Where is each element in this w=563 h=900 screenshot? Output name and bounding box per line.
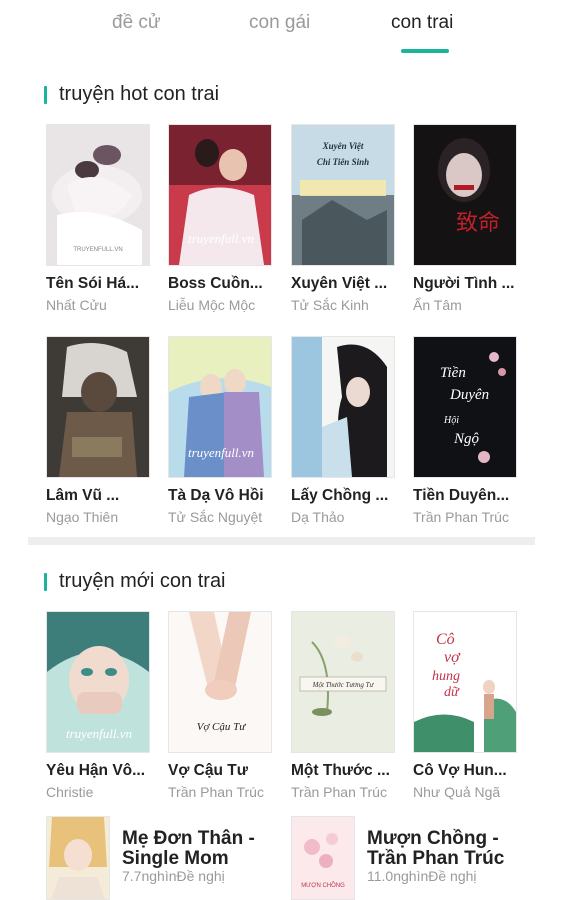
book-card[interactable]: Lâm Vũ ... Ngạo Thiên (46, 336, 150, 525)
svg-text:Ngộ: Ngộ (453, 431, 480, 447)
hot-section-header: truyện hot con trai (44, 83, 219, 106)
new-section-header: truyện mới con trai (44, 570, 226, 593)
book-card[interactable]: 致命 Người Tình ... Ẩn Tâm (413, 124, 517, 313)
book-cover: MƯỢN CHỒNG (291, 816, 355, 900)
book-meta: 7.7nghìnĐề nghị (122, 868, 225, 884)
book-author: Như Quả Ngã (413, 784, 501, 800)
svg-text:Cô: Cô (436, 631, 455, 648)
book-title: Tên Sói Há... (46, 275, 140, 292)
book-card[interactable]: Một Thước Tương Tư Một Thước ... Trần Ph… (291, 611, 395, 800)
book-title: Boss Cuồn... (168, 275, 263, 292)
section-divider (28, 537, 535, 545)
svg-text:truyenfull.vn: truyenfull.vn (188, 231, 254, 246)
category-tabs: đề cử con gái con trai (0, 0, 563, 58)
svg-text:Tiền: Tiền (440, 365, 466, 381)
book-card[interactable]: truyenfull.vn Boss Cuồn... Liễu Mộc Mộc (168, 124, 272, 313)
svg-text:truyenfull.vn: truyenfull.vn (188, 445, 254, 460)
book-cover (291, 336, 395, 478)
book-cover: Vợ Cậu Tư (168, 611, 272, 753)
book-cover: Xuyên Việt Chi Tiên Sinh (291, 124, 395, 266)
book-author: Nhất Cửu (46, 297, 107, 313)
book-cover: truyenfull.vn (168, 124, 272, 266)
book-card[interactable]: Xuyên Việt Chi Tiên Sinh Xuyên Việt ... … (291, 124, 395, 313)
book-title: Một Thước ... (291, 762, 390, 779)
book-cover: truyenfull.vn (46, 611, 150, 753)
book-cover: Cô vợ hung dữ (413, 611, 517, 753)
book-author: Christie (46, 784, 94, 800)
book-title: Xuyên Việt ... (291, 275, 388, 292)
book-cover: TRUYENFULL.VN (46, 124, 150, 266)
book-cover (46, 336, 150, 478)
book-author: Tử Sắc Kinh (291, 297, 369, 313)
book-author: Ngạo Thiên (46, 509, 119, 525)
book-title: Người Tình ... (413, 275, 515, 292)
book-title: Yêu Hận Vô... (46, 762, 146, 779)
book-cover: Một Thước Tương Tư (291, 611, 395, 753)
book-author: Trần Phan Trúc (168, 784, 264, 800)
book-author: Dạ Thảo (291, 509, 345, 525)
book-title: Tà Dạ Vô Hồi (168, 487, 264, 504)
book-cover (46, 816, 110, 900)
svg-text:Hội: Hội (443, 415, 459, 426)
book-card[interactable]: truyenfull.vn Yêu Hận Vô... Christie (46, 611, 150, 800)
book-title: Lấy Chồng ... (291, 487, 389, 504)
svg-text:vợ: vợ (444, 649, 461, 666)
book-author: Tử Sắc Nguyệt (168, 509, 263, 525)
book-card[interactable]: Cô vợ hung dữ Cô Vợ Hun... Như Quả Ngã (413, 611, 517, 800)
svg-text:hung: hung (432, 669, 460, 684)
book-card[interactable]: Lấy Chồng ... Dạ Thảo (291, 336, 395, 525)
book-title: Mẹ Đơn Thân - Single Mom (122, 828, 255, 869)
svg-text:TRUYENFULL.VN: TRUYENFULL.VN (73, 247, 122, 253)
book-card[interactable]: TRUYENFULL.VN Tên Sói Há... Nhất Cửu (46, 124, 150, 313)
book-author: Ẩn Tâm (413, 297, 462, 313)
svg-text:dữ: dữ (444, 685, 460, 700)
book-meta: 11.0nghìnĐề nghị (367, 868, 477, 884)
svg-text:Một Thước Tương Tư: Một Thước Tương Tư (312, 681, 375, 689)
svg-text:truyenfull.vn: truyenfull.vn (66, 726, 132, 741)
svg-text:MƯỢN CHỒNG: MƯỢN CHỒNG (301, 882, 345, 889)
svg-text:致命: 致命 (456, 211, 500, 236)
tab-con-trai[interactable]: con trai (391, 12, 453, 34)
book-author: Liễu Mộc Mộc (168, 297, 256, 313)
book-title: Tiền Duyên... (413, 487, 510, 504)
book-card[interactable]: Vợ Cậu Tư Vợ Cậu Tư Trần Phan Trúc (168, 611, 272, 800)
svg-text:Duyên: Duyên (449, 387, 489, 403)
book-author: Trần Phan Trúc (413, 509, 509, 525)
svg-text:Vợ Cậu Tư: Vợ Cậu Tư (197, 721, 247, 733)
book-cover: Tiền Duyên Hội Ngộ (413, 336, 517, 478)
tab-de-cu[interactable]: đề cử (112, 12, 161, 34)
section-accent-bar (44, 85, 47, 104)
book-cover: truyenfull.vn (168, 336, 272, 478)
book-title: Cô Vợ Hun... (413, 762, 507, 779)
book-card[interactable]: Tiền Duyên Hội Ngộ Tiền Duyên... Trần Ph… (413, 336, 517, 525)
active-tab-indicator (401, 49, 449, 53)
svg-text:Xuyên Việt: Xuyên Việt (322, 141, 364, 151)
tab-con-gai[interactable]: con gái (249, 12, 310, 34)
book-title: Lâm Vũ ... (46, 487, 120, 504)
book-title: Vợ Cậu Tư (168, 762, 248, 779)
book-cover: 致命 (413, 124, 517, 266)
book-card[interactable]: truyenfull.vn Tà Dạ Vô Hồi Tử Sắc Nguyệt (168, 336, 272, 525)
section-accent-bar (44, 572, 47, 591)
book-author: Trần Phan Trúc (291, 784, 387, 800)
book-title: Mượn Chồng - Trần Phan Trúc (367, 828, 505, 869)
svg-text:Chi Tiên Sinh: Chi Tiên Sinh (317, 157, 369, 167)
hot-section-title: truyện hot con trai (59, 83, 220, 105)
new-section-title: truyện mới con trai (59, 570, 226, 592)
